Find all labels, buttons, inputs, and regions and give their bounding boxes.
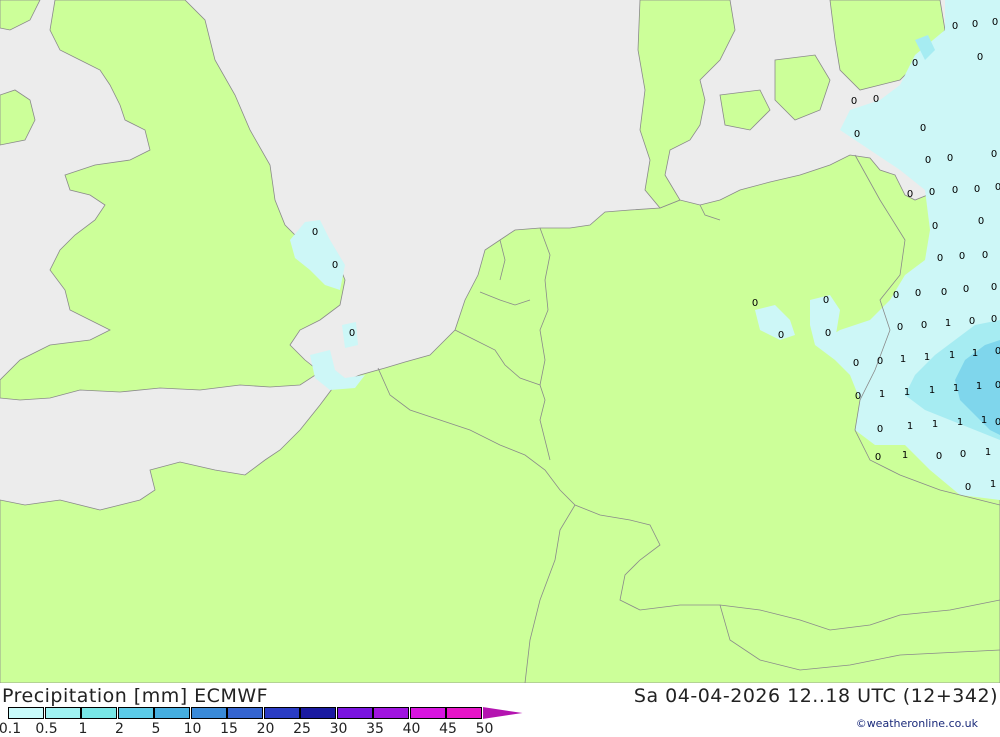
value-label: 0 (947, 153, 953, 164)
value-label: 0 (978, 216, 984, 227)
value-label: 0 (875, 452, 881, 463)
value-label: 0 (851, 96, 857, 107)
value-label: 0 (907, 189, 913, 200)
precipitation-map[interactable]: 0 0 0 0 0 0 0 0 0 0 0 0 0 0 0 0 0 0 0 0 … (0, 0, 1000, 684)
legend-tick-label: 35 (366, 721, 384, 737)
value-label: 1 (945, 318, 951, 329)
value-label: 0 (991, 314, 997, 325)
value-label: 0 (921, 320, 927, 331)
legend-tick-label: 40 (402, 721, 421, 737)
value-label: 0 (995, 346, 1000, 357)
legend-swatch (300, 707, 336, 719)
value-label: 0 (936, 451, 942, 462)
legend-tick-label: 10 (183, 721, 202, 737)
value-label: 0 (823, 295, 829, 306)
legend-tick-label: 45 (439, 721, 457, 737)
value-label: 0 (920, 123, 926, 134)
value-label: 0 (965, 482, 971, 493)
value-label: 0 (778, 330, 784, 341)
legend-tick-label: 20 (256, 721, 275, 737)
value-label: 1 (981, 415, 987, 426)
legend-swatch (446, 707, 482, 719)
value-label: 1 (985, 447, 991, 458)
value-label: 0 (992, 17, 998, 28)
legend-swatch (81, 707, 117, 719)
value-label: 0 (960, 449, 966, 460)
credit-link[interactable]: ©weatheronline.co.uk (856, 717, 978, 730)
value-label: 0 (995, 417, 1000, 428)
legend-tick-label: 1 (78, 721, 88, 737)
value-label: 0 (897, 322, 903, 333)
value-label: 1 (976, 381, 982, 392)
legend-swatch (117, 707, 154, 719)
value-label: 0 (332, 260, 338, 271)
value-label: 1 (924, 352, 930, 363)
value-label: 0 (853, 358, 859, 369)
value-label: 0 (854, 129, 860, 140)
value-label: 0 (932, 221, 938, 232)
value-label: 0 (972, 19, 978, 30)
value-label: 0 (915, 288, 921, 299)
legend-tick-label: 15 (220, 721, 238, 737)
value-label: 0 (312, 227, 318, 238)
legend-tick-label: 2 (115, 721, 124, 737)
legend-swatch (373, 707, 409, 719)
value-label: 0 (752, 298, 758, 309)
value-label: 0 (963, 284, 969, 295)
legend-tick-label: 5 (151, 721, 161, 737)
value-label: 0 (873, 94, 879, 105)
value-label: 1 (904, 387, 910, 398)
value-label: 0 (952, 185, 958, 196)
value-label: 1 (879, 389, 885, 400)
value-label: 1 (902, 450, 908, 461)
legend-swatch (154, 707, 190, 719)
map-footer: Precipitation [mm] ECMWF Sa 04-04-2026 1… (0, 683, 1000, 737)
value-label: 0 (929, 187, 935, 198)
value-label: 0 (995, 182, 1000, 193)
value-label: 0 (982, 250, 988, 261)
value-label: 0 (912, 58, 918, 69)
value-label: 0 (977, 52, 983, 63)
value-label: 0 (991, 149, 997, 160)
legend-swatch (190, 707, 227, 719)
value-label: 1 (990, 479, 996, 490)
legend-swatch (409, 707, 446, 719)
legend-tick-label: 25 (293, 721, 311, 737)
legend-tick-label: 50 (475, 721, 494, 737)
legend-tick-label: 0.5 (35, 721, 58, 737)
value-label: 0 (877, 356, 883, 367)
value-label: 1 (972, 348, 978, 359)
value-label: 0 (941, 287, 947, 298)
value-label: 0 (952, 21, 958, 32)
value-label: 1 (953, 383, 959, 394)
value-label: 0 (959, 251, 965, 262)
legend-swatch (263, 707, 300, 719)
value-label: 0 (995, 380, 1000, 391)
value-label: 0 (825, 328, 831, 339)
forecast-datetime: Sa 04-04-2026 12..18 UTC (12+342) (633, 685, 998, 707)
legend-tick-label: 0.1 (0, 721, 22, 737)
legend-swatch (227, 707, 263, 719)
value-label: 1 (929, 385, 935, 396)
value-label: 0 (855, 391, 861, 402)
value-label: 1 (957, 417, 963, 428)
value-label: 0 (893, 290, 899, 301)
value-label: 1 (932, 419, 938, 430)
value-label: 0 (937, 253, 943, 264)
value-label: 0 (974, 184, 980, 195)
value-label: 0 (991, 282, 997, 293)
value-label: 1 (949, 350, 955, 361)
value-label: 1 (900, 354, 906, 365)
legend-swatch (8, 707, 44, 719)
value-label: 0 (877, 424, 883, 435)
map-title: Precipitation [mm] ECMWF (2, 685, 269, 707)
legend-swatch (482, 707, 523, 719)
legend-swatch (336, 707, 373, 719)
legend-tick-label: 30 (329, 721, 348, 737)
value-label: 1 (907, 421, 913, 432)
value-label: 0 (969, 316, 975, 327)
value-label: 0 (925, 155, 931, 166)
legend-swatch (44, 707, 81, 719)
value-label: 0 (349, 328, 355, 339)
